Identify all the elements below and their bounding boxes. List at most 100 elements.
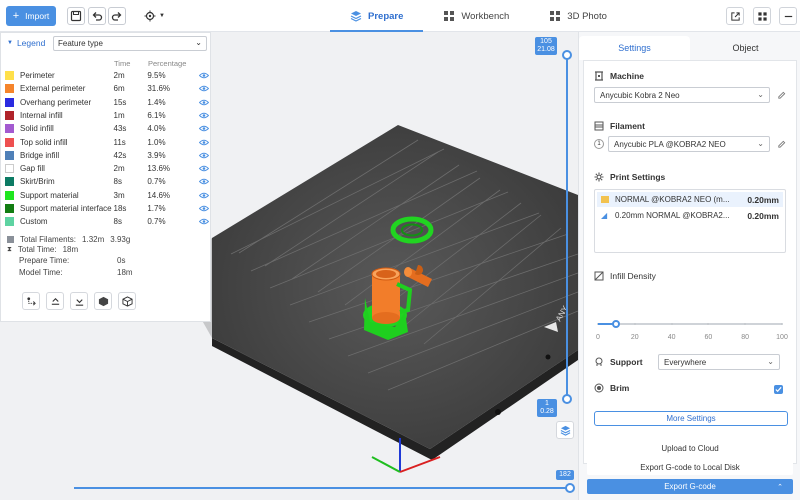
edit-filament-icon[interactable] — [777, 140, 786, 149]
legend-row: Support material interface 18s 1.7% — [5, 202, 209, 215]
apps-button[interactable] — [753, 7, 771, 25]
import-label: Import — [25, 11, 50, 21]
eye-icon[interactable] — [199, 99, 209, 106]
eye-icon[interactable] — [199, 218, 209, 225]
filament-value: Anycubic PLA @KOBRA2 NEO — [614, 140, 726, 149]
color-swatch — [5, 177, 14, 187]
more-settings-button[interactable]: More Settings — [594, 411, 788, 426]
support-select[interactable]: Everywhere ⌄ — [658, 354, 780, 370]
legend-toggle[interactable]: ▼ Legend — [7, 38, 45, 48]
tab-3d-photo-label: 3D Photo — [567, 10, 607, 22]
infill-slider-track[interactable] — [598, 323, 782, 325]
legend-item-name: Custom — [20, 217, 48, 227]
shells-view-button[interactable] — [94, 292, 112, 310]
print-settings-label: Print Settings — [610, 172, 666, 182]
infill-label: Infill Density — [610, 271, 656, 281]
machine-section: Machine — [594, 71, 644, 81]
infill-tick-label: 100 — [776, 334, 788, 341]
layer-top-label: 105 21.08 — [535, 37, 557, 55]
undo-button[interactable] — [88, 7, 106, 25]
machine-select[interactable]: Anycubic Kobra 2 Neo ⌄ — [594, 87, 770, 103]
color-swatch — [5, 137, 14, 147]
percentage-header: Percentage — [148, 59, 187, 68]
support-section: Support — [594, 357, 643, 367]
legend-item-time: 6m — [113, 84, 125, 94]
legend-item-percentage: 14.6% — [147, 190, 171, 200]
legend-item-percentage: 0.7% — [147, 177, 166, 187]
eye-icon[interactable] — [199, 72, 209, 79]
eye-icon[interactable] — [199, 152, 209, 159]
tab-settings[interactable]: Settings — [579, 36, 690, 60]
settings-card: Machine Anycubic Kobra 2 Neo ⌄ Filament … — [583, 60, 797, 464]
travel-icon — [26, 296, 36, 305]
layer-range-slider[interactable] — [566, 52, 568, 400]
tab-workbench[interactable]: Workbench — [423, 0, 529, 32]
filament-icon — [7, 236, 14, 243]
legend-item-time: 11s — [113, 137, 126, 147]
open-external-button[interactable] — [726, 7, 744, 25]
move-slider-handle[interactable] — [565, 483, 575, 493]
legend-panel: ▼ Legend Feature type ⌄ Time Percentage … — [0, 32, 211, 322]
cube-outline-icon — [121, 295, 133, 307]
total-filaments-length: 1.32m — [82, 235, 105, 244]
retract-view-button[interactable] — [46, 292, 64, 310]
external-link-icon — [730, 11, 740, 21]
caret-down-icon: ▼ — [7, 40, 13, 46]
layer-bottom-handle[interactable] — [562, 394, 572, 404]
extrude-view-button[interactable] — [70, 292, 88, 310]
print-profile-item[interactable]: ◢ 0.20mm NORMAL @KOBRA2... 0.20mm — [597, 208, 783, 223]
legend-row: Skirt/Brim 8s 0.7% — [5, 175, 209, 188]
legend-item-name: Support material interface — [20, 204, 112, 213]
eye-icon[interactable] — [199, 178, 209, 185]
print-profile-value: 0.20mm — [747, 210, 779, 221]
filament-select[interactable]: Anycubic PLA @KOBRA2 NEO ⌄ — [608, 136, 770, 152]
tab-object[interactable]: Object — [690, 36, 800, 60]
grid-icon — [444, 11, 455, 21]
legend-item-name: Perimeter — [20, 71, 55, 80]
legend-row: Perimeter 2m 9.5% — [5, 69, 209, 82]
legend-item-name: Skirt/Brim — [20, 177, 55, 187]
eye-icon[interactable] — [199, 192, 209, 199]
export-gcode-button[interactable]: Export G-code ⌃ — [587, 479, 793, 494]
view-type-select[interactable]: Feature type ⌄ — [53, 36, 207, 51]
travel-view-button[interactable] — [22, 292, 40, 310]
upload-cloud-button[interactable]: Upload to Cloud — [587, 441, 793, 456]
eye-icon[interactable] — [199, 165, 209, 172]
model-time: Model Time: 18m — [19, 268, 133, 277]
save-button[interactable] — [67, 7, 85, 25]
legend-row: External perimeter 6m 31.6% — [5, 82, 209, 95]
layers-toggle-button[interactable] — [556, 421, 574, 439]
minimize-button[interactable] — [779, 7, 797, 25]
prepare-time-value: 0s — [117, 256, 126, 265]
redo-button[interactable] — [108, 7, 126, 25]
eye-icon[interactable] — [199, 139, 209, 146]
tab-3d-photo[interactable]: 3D Photo — [529, 0, 627, 32]
print-settings-list: NORMAL @KOBRA2 NEO (m... 0.20mm ◢ 0.20mm… — [594, 189, 786, 253]
import-button[interactable]: + Import — [6, 6, 56, 26]
brim-checkbox[interactable] — [774, 385, 783, 394]
layer-top-handle[interactable] — [562, 50, 572, 60]
infill-slider-handle[interactable] — [612, 320, 621, 328]
eye-icon[interactable] — [199, 112, 209, 119]
device-menu-button[interactable]: ▼ — [144, 8, 170, 24]
machine-value: Anycubic Kobra 2 Neo — [600, 91, 680, 100]
eye-icon[interactable] — [199, 125, 209, 132]
gear-icon — [594, 172, 604, 182]
export-local-button[interactable]: Export G-code to Local Disk — [587, 460, 793, 475]
legend-item-percentage: 4.0% — [147, 124, 166, 134]
move-slider[interactable] — [74, 487, 566, 489]
eye-icon[interactable] — [199, 85, 209, 92]
legend-item-percentage: 13.6% — [147, 164, 171, 174]
eye-icon[interactable] — [199, 205, 209, 212]
legend-item-name: Internal infill — [20, 110, 63, 120]
print-profile-item[interactable]: NORMAL @KOBRA2 NEO (m... 0.20mm — [597, 192, 783, 207]
model-view-button[interactable] — [118, 292, 136, 310]
layer-bottom-height: 0.28 — [540, 408, 554, 415]
chevron-down-icon: ⌄ — [767, 357, 774, 366]
layer-bottom-value: 1 — [545, 400, 549, 407]
edit-machine-icon[interactable] — [777, 91, 786, 100]
tab-prepare[interactable]: Prepare — [330, 0, 424, 32]
infill-tick — [781, 323, 783, 325]
legend-row: Custom 8s 0.7% — [5, 215, 209, 228]
legend-item-percentage: 9.5% — [147, 71, 166, 80]
